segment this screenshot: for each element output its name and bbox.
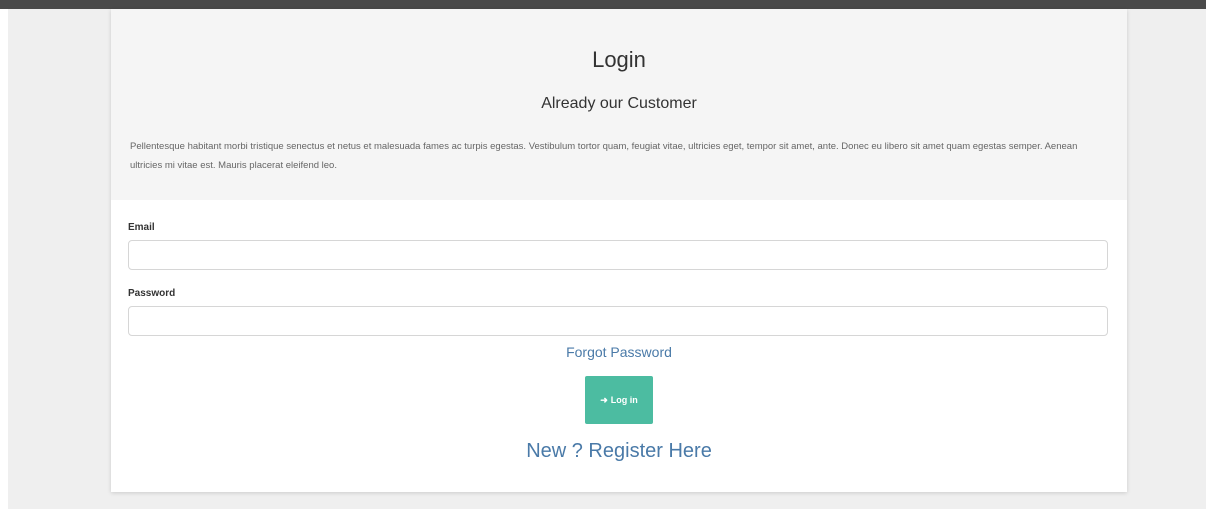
password-field[interactable]: [128, 306, 1108, 336]
page-title: Login: [592, 47, 646, 72]
email-field[interactable]: [128, 240, 1108, 270]
email-label: Email: [128, 222, 155, 233]
login-card-header: Login Already our Customer Pellentesque …: [111, 9, 1127, 200]
login-button-label: Log in: [610, 395, 638, 405]
top-bar: [0, 0, 1206, 9]
sign-in-icon: ➜: [600, 394, 608, 405]
login-description: Pellentesque habitant morbi tristique se…: [130, 141, 1078, 171]
page-left-strip: [0, 9, 8, 509]
page-subtitle: Already our Customer: [541, 95, 697, 112]
forgot-password-link[interactable]: Forgot Password: [111, 344, 1127, 360]
password-label: Password: [128, 288, 176, 299]
register-link[interactable]: New ? Register Here: [111, 440, 1127, 463]
login-card: Login Already our Customer Pellentesque …: [111, 9, 1127, 492]
login-button[interactable]: ➜ Log in: [585, 376, 653, 424]
